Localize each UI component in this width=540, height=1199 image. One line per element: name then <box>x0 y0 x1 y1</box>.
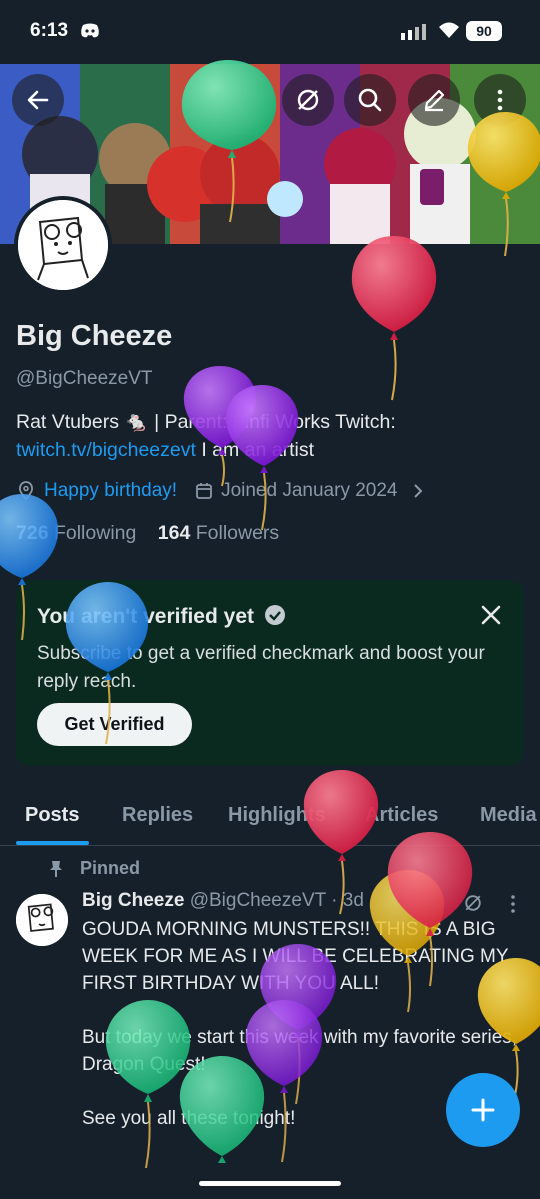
profile-meta: Happy birthday! Joined January 2024 <box>16 480 424 502</box>
more-vertical-icon <box>497 89 503 111</box>
tab-posts[interactable]: Posts <box>25 804 79 827</box>
back-button[interactable] <box>12 74 64 126</box>
tab-articles[interactable]: Articles <box>365 804 438 827</box>
tab-replies[interactable]: Replies <box>122 804 193 827</box>
active-tab-indicator <box>16 841 89 845</box>
followers-link[interactable]: 164 Followers <box>158 522 279 544</box>
tab-highlights[interactable]: Highlights <box>228 804 326 827</box>
more-options-button[interactable] <box>474 74 526 126</box>
home-indicator[interactable] <box>199 1181 341 1186</box>
following-link[interactable]: 726 Following <box>16 522 136 544</box>
bio-twitch-link[interactable]: twitch.tv/bigcheezevt <box>16 439 196 461</box>
get-verified-button[interactable]: Get Verified <box>37 703 192 746</box>
profile-tabs: Posts Replies Highlights Articles Media <box>0 790 540 846</box>
search-icon <box>358 88 382 112</box>
tweet-header: Big Cheeze @BigCheezeVT · 3d <box>82 890 364 912</box>
battery-indicator: 90 <box>466 21 502 41</box>
profile-avatar[interactable] <box>14 196 112 294</box>
tweet-grok-icon[interactable] <box>462 892 484 914</box>
close-icon[interactable] <box>478 602 504 628</box>
wifi-icon <box>437 20 461 45</box>
verification-description: Subscribe to get a verified checkmark an… <box>37 643 485 692</box>
profile-bio: Rat Vtubers 🐁 | Parent: Finfi Works Twit… <box>16 408 536 464</box>
verification-title: You aren't verified yet <box>37 604 286 629</box>
grok-icon <box>297 89 319 111</box>
tweet-time: · 3d <box>331 890 364 911</box>
tweet-avatar[interactable] <box>16 894 68 946</box>
pinned-indicator: Pinned <box>48 858 140 879</box>
verification-card: You aren't verified yet Subscribe to get… <box>16 580 524 766</box>
signal-icon <box>401 22 431 45</box>
following-count: 726 <box>16 522 49 544</box>
follow-stats: 726 Following 164 Followers <box>16 522 279 545</box>
profile-name: Big Cheeze <box>16 320 173 352</box>
tweet-author-handle[interactable]: @BigCheezeVT <box>190 890 326 911</box>
edit-profile-button[interactable] <box>408 74 460 126</box>
compose-post-button[interactable] <box>446 1073 520 1147</box>
verification-title-text: You aren't verified yet <box>37 605 255 628</box>
back-arrow-icon <box>27 90 49 110</box>
grok-button[interactable] <box>282 74 334 126</box>
pin-icon <box>50 860 62 877</box>
balloon <box>351 236 437 401</box>
search-button[interactable] <box>344 74 396 126</box>
pencil-icon <box>424 89 445 112</box>
plus-icon <box>471 1098 495 1122</box>
status-bar: 6:13 90 <box>0 0 540 64</box>
bio-text: Rat Vtubers 🐁 | Parent: Finfi Works Twit… <box>16 411 396 433</box>
calendar-icon <box>196 483 212 499</box>
status-time: 6:13 <box>30 20 69 41</box>
profile-handle: @BigCheezeVT <box>16 368 153 389</box>
followers-count: 164 <box>157 522 191 544</box>
tab-media[interactable]: Media <box>480 804 537 827</box>
birthday-text[interactable]: Happy birthday! <box>44 480 177 502</box>
tweet-author-name[interactable]: Big Cheeze <box>82 890 184 911</box>
following-label: Following <box>53 522 137 544</box>
verified-badge-icon <box>264 605 285 625</box>
pinned-label: Pinned <box>80 858 141 878</box>
followers-label: Followers <box>195 522 280 544</box>
bio-tail: I am an artist <box>195 439 315 461</box>
chevron-right-icon[interactable] <box>412 482 424 500</box>
discord-icon <box>80 23 100 44</box>
location-pin-icon <box>18 481 34 501</box>
tweet-more-icon[interactable] <box>503 894 523 914</box>
joined-date: Joined January 2024 <box>221 480 398 501</box>
